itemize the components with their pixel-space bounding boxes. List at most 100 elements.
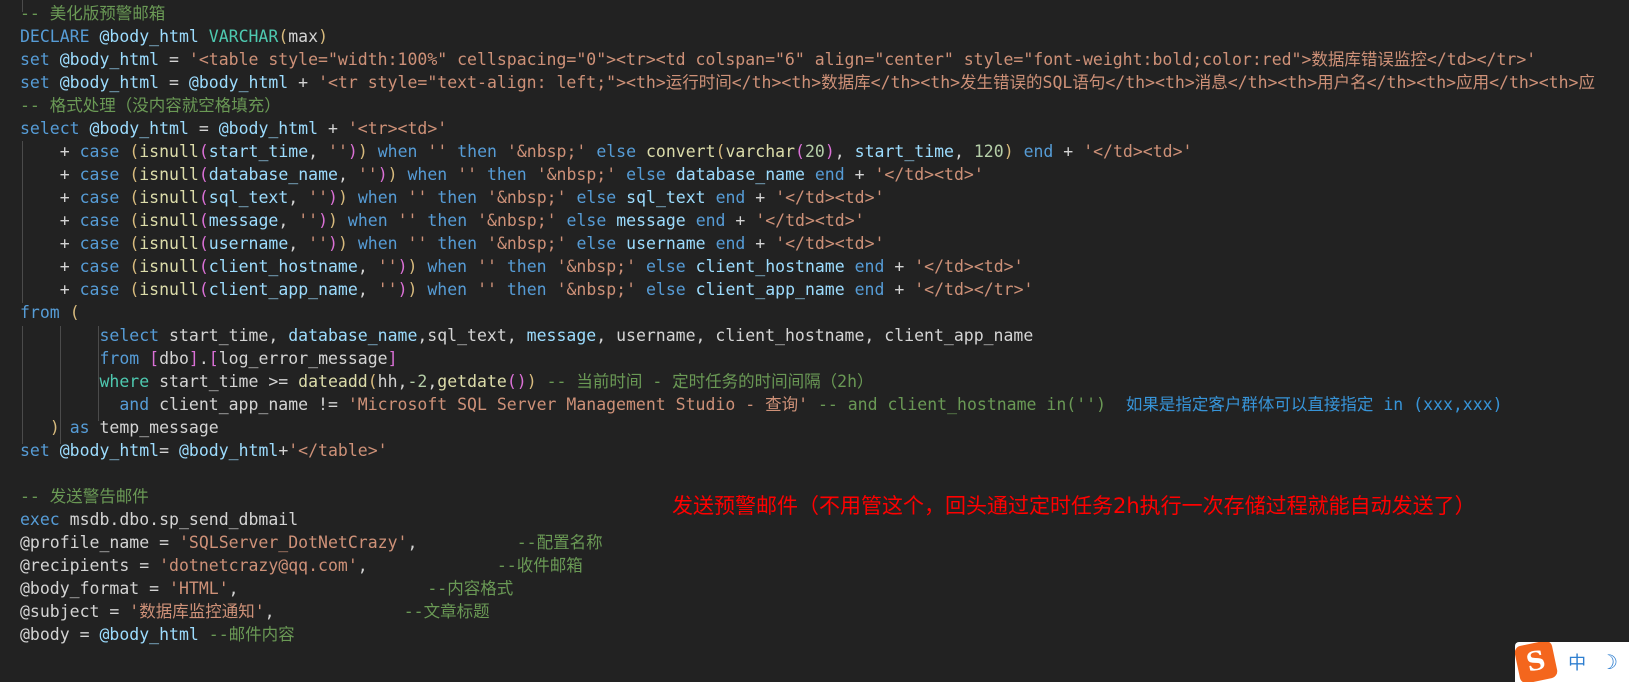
comma: , xyxy=(278,211,299,230)
paren-open: ( xyxy=(129,142,140,161)
comma: , xyxy=(264,602,275,621)
code-line-3[interactable]: set @body_html = '<table style="width:10… xyxy=(0,48,1629,71)
string-td-sep: '</td><td>' xyxy=(755,211,865,230)
ime-moon-icon[interactable]: ☽ xyxy=(1593,650,1625,674)
annotation-blue-note: 如果是指定客户群体可以直接指定 in (xxx,xxx) xyxy=(1125,395,1503,414)
keyword-else: else xyxy=(645,257,686,276)
code-line-13[interactable]: + case (isnull(client_app_name, '')) whe… xyxy=(0,278,1629,301)
paren-open: ( xyxy=(129,234,140,253)
keyword-end: end xyxy=(1023,142,1054,161)
column-sql-text: sql_text xyxy=(208,188,289,207)
string-nbsp: '&nbsp;' xyxy=(536,165,617,184)
paren-open: ( xyxy=(198,165,209,184)
plus: + xyxy=(59,234,80,253)
paren-close: ) xyxy=(377,165,388,184)
code-line-18[interactable]: and client_app_name != 'Microsoft SQL Se… xyxy=(0,393,1629,416)
ime-language-mode-button[interactable]: 中 xyxy=(1561,649,1593,675)
code-line-27[interactable]: @subject = '数据库监控通知', --文章标题 xyxy=(0,600,1629,623)
bracket-open: [ xyxy=(208,349,219,368)
variable-body-html: @body_html xyxy=(59,73,160,92)
code-line-8[interactable]: + case (isnull(database_name, '')) when … xyxy=(0,163,1629,186)
code-line-7[interactable]: + case (isnull(start_time, '')) when '' … xyxy=(0,140,1629,163)
empty-string: '' xyxy=(377,257,398,276)
column-client-hostname: client_hostname xyxy=(208,257,358,276)
column-client-app-name: client_app_name xyxy=(208,280,358,299)
paren-close: ) xyxy=(526,372,537,391)
paren-close: ) xyxy=(397,280,408,299)
code-line-12[interactable]: + case (isnull(client_hostname, '')) whe… xyxy=(0,255,1629,278)
sogou-logo-icon[interactable]: S xyxy=(1515,642,1559,682)
code-line-28[interactable]: @body = @body_html --邮件内容 xyxy=(0,623,1629,646)
keyword-case: case xyxy=(79,165,120,184)
procedure-sp-send-dbmail: msdb.dbo.sp_send_dbmail xyxy=(59,510,299,529)
plus: + xyxy=(59,142,80,161)
code-line-9[interactable]: + case (isnull(sql_text, '')) when '' th… xyxy=(0,186,1629,209)
paren-open: ( xyxy=(198,142,209,161)
string-nbsp: '&nbsp;' xyxy=(487,188,567,207)
code-line-10[interactable]: + case (isnull(message, '')) when '' the… xyxy=(0,209,1629,232)
keyword-when: when xyxy=(357,234,398,253)
paren-open: ( xyxy=(367,372,378,391)
comma: , xyxy=(288,188,309,207)
string-table-header: '<table style="width:100%" cellspacing="… xyxy=(188,50,1537,69)
keyword-from: from xyxy=(20,303,60,322)
empty-string: '' xyxy=(407,188,428,207)
plus: + xyxy=(884,280,915,299)
code-line-2[interactable]: DECLARE @body_html VARCHAR(max) xyxy=(0,25,1629,48)
string-tr-close: '</td></tr>' xyxy=(914,280,1034,299)
keyword-declare: DECLARE xyxy=(20,27,90,46)
code-line-17[interactable]: where start_time >= dateadd(hh,-2,getdat… xyxy=(0,370,1629,393)
code-line-4[interactable]: set @body_html = @body_html + '<tr style… xyxy=(0,71,1629,94)
code-line-5[interactable]: -- 格式处理（没内容就空格填充） xyxy=(0,94,1629,117)
code-line-6[interactable]: select @body_html = @body_html + '<tr><t… xyxy=(0,117,1629,140)
plus: + xyxy=(59,165,80,184)
empty-string: '' xyxy=(477,280,497,299)
keyword-then: then xyxy=(457,142,497,161)
comma: , xyxy=(357,556,368,575)
code-line-1[interactable]: -- 美化版预警邮箱 xyxy=(0,2,1629,25)
code-lines[interactable]: -- 美化版预警邮箱 DECLARE @body_html VARCHAR(ma… xyxy=(0,0,1629,646)
code-line-26[interactable]: @body_format = 'HTML', --内容格式 xyxy=(0,577,1629,600)
plus: + xyxy=(59,188,80,207)
code-line-14[interactable]: from ( xyxy=(0,301,1629,324)
ime-toolbar[interactable]: S 中 ☽ xyxy=(1515,642,1629,682)
empty-string: '' xyxy=(308,234,329,253)
string-tr-td: '<tr><td>' xyxy=(347,119,448,138)
code-line-21[interactable] xyxy=(0,462,1629,485)
paren-open: ( xyxy=(278,27,289,46)
keyword-else: else xyxy=(596,142,637,161)
empty-string: '' xyxy=(457,165,478,184)
code-line-11[interactable]: + case (isnull(username, '')) when '' th… xyxy=(0,232,1629,255)
keyword-end: end xyxy=(814,165,845,184)
code-line-16[interactable]: from [dbo].[log_error_message] xyxy=(0,347,1629,370)
code-line-25[interactable]: @recipients = 'dotnetcrazy@qq.com', --收件… xyxy=(0,554,1629,577)
code-line-20[interactable]: set @body_html= @body_html+'</table>' xyxy=(0,439,1629,462)
column-username: username xyxy=(626,234,706,253)
keyword-when: when xyxy=(347,211,388,230)
code-editor[interactable]: -- 美化版预警邮箱 DECLARE @body_html VARCHAR(ma… xyxy=(0,0,1629,682)
comma: , xyxy=(834,142,855,161)
function-varchar: varchar xyxy=(725,142,796,161)
code-line-24[interactable]: @profile_name = 'SQLServer_DotNetCrazy',… xyxy=(0,531,1629,554)
comma: , xyxy=(407,533,418,552)
keyword-then: then xyxy=(437,188,478,207)
paren-close: ) xyxy=(824,142,835,161)
code-line-19[interactable]: ) as temp_message xyxy=(0,416,1629,439)
and-predicate: client_app_name != xyxy=(149,395,348,414)
code-line-15[interactable]: select start_time, database_name,sql_tex… xyxy=(0,324,1629,347)
equals: = xyxy=(69,625,100,644)
